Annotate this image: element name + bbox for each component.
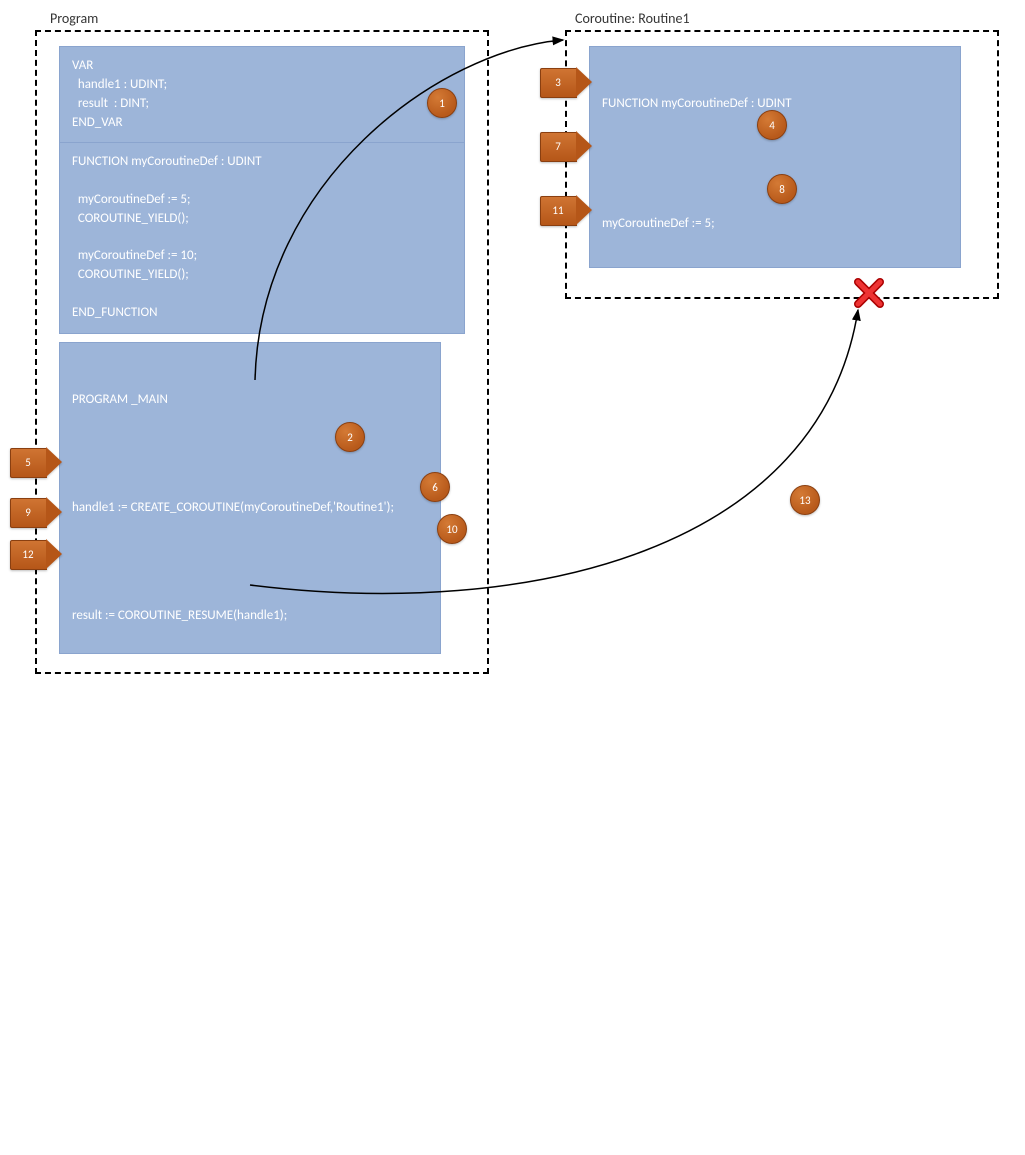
diagram-canvas: Program Coroutine: Routine1 VAR handle1 …	[10, 10, 1015, 676]
co-b1a: myCoroutineDef := 5;	[602, 215, 948, 234]
delete-x-icon	[852, 276, 886, 310]
co-b2b: COROUTINE_YIELD();	[602, 448, 948, 467]
step-badge-13: 13	[790, 485, 820, 515]
co-end: END_FUNCTION	[602, 568, 948, 587]
arrow-step-9: 9	[10, 498, 60, 526]
main-delete: COROUTINE_DELETE(handle1);	[72, 976, 428, 995]
step-badge-10: 10	[437, 514, 467, 544]
code-var: VAR handle1 : UDINT; result : DINT; END_…	[59, 46, 465, 143]
code-coroutine: FUNCTION myCoroutineDef : UDINT myCorout…	[589, 46, 961, 268]
main-resume2: result := COROUTINE_RESUME(handle1); // …	[72, 733, 359, 752]
main-create: handle1 := CREATE_COROUTINE(myCoroutineD…	[72, 499, 428, 518]
co-b1b: COROUTINE_YIELD();	[602, 271, 948, 290]
arrow-step-12: 12	[10, 540, 60, 568]
main-resume3: result := COROUTINE_RESUME(handle1); // …	[72, 850, 370, 869]
code-funcdef: FUNCTION myCoroutineDef : UDINT myCorout…	[59, 142, 465, 334]
arrow-step-11: 11	[540, 196, 590, 224]
main-header: PROGRAM _MAIN	[72, 391, 428, 410]
arrow-step-7: 7	[540, 132, 590, 160]
step-badge-1: 1	[427, 88, 457, 118]
program-box: VAR handle1 : UDINT; result : DINT; END_…	[35, 30, 489, 674]
code-main: PROGRAM _MAIN handle1 := CREATE_COROUTIN…	[59, 342, 441, 654]
coroutine-title: Coroutine: Routine1	[575, 10, 690, 27]
arrow-step-3: 3	[540, 68, 590, 96]
coroutine-box: FUNCTION myCoroutineDef : UDINT myCorout…	[565, 30, 999, 299]
program-title: Program	[50, 10, 98, 27]
main-end: END_PROGRAM	[72, 1098, 428, 1117]
co-b2a: myCoroutineDef := 10;	[602, 392, 948, 411]
arrow-step-5: 5	[10, 448, 60, 476]
step-badge-2: 2	[335, 422, 365, 452]
step-badge-6: 6	[420, 472, 450, 502]
main-resume1: result := COROUTINE_RESUME(handle1);	[72, 607, 287, 626]
step-badge-4: 4	[757, 110, 787, 140]
step-badge-8: 8	[767, 174, 797, 204]
